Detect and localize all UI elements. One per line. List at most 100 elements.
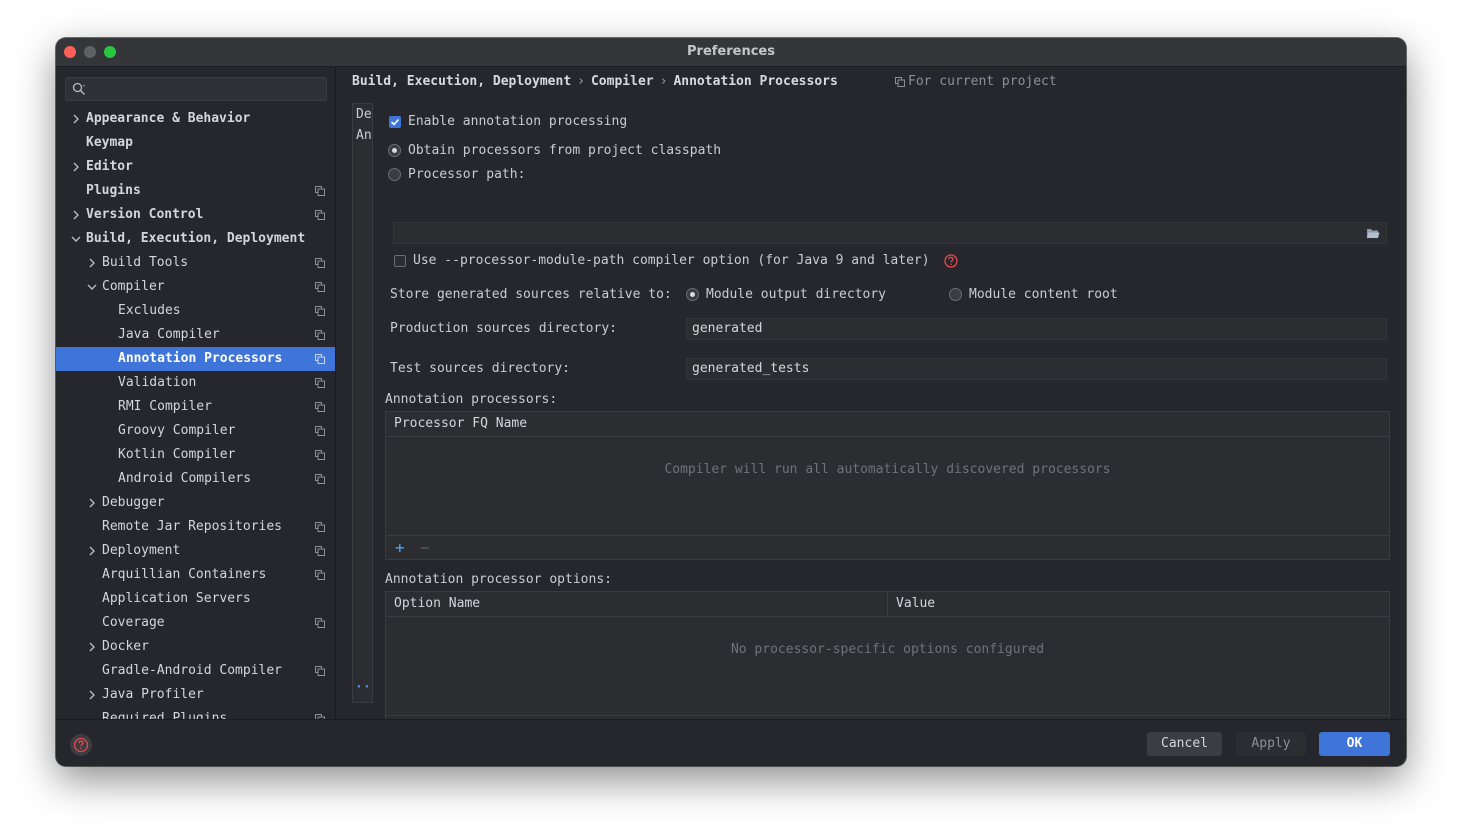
copy-icon [315,450,325,460]
sidebar-item-appearance-behavior[interactable]: Appearance & Behavior [56,107,335,131]
ok-button[interactable]: OK [1319,732,1390,756]
profile-item[interactable]: De [356,107,372,122]
processors-toolbar: + − [386,535,1389,560]
copy-icon [315,306,325,316]
sidebar-item-label: RMI Compiler [118,399,212,414]
sidebar-item-application-servers[interactable]: Application Servers [56,587,335,611]
chevron-right-icon [89,498,95,508]
sidebar-item-excludes[interactable]: Excludes [56,299,335,323]
sidebar-item-label: Groovy Compiler [118,423,236,438]
breadcrumb-separator: › [659,74,668,89]
help-icon[interactable] [944,254,958,268]
breadcrumb-item[interactable]: Compiler [591,74,654,89]
sidebar-item-java-compiler[interactable]: Java Compiler [56,323,335,347]
module-output-radio[interactable] [686,288,699,301]
sidebar-item-label: Plugins [86,183,141,198]
sidebar-item-remote-jar-repositories[interactable]: Remote Jar Repositories [56,515,335,539]
sidebar-item-label: Debugger [102,495,165,510]
copy-icon [315,570,325,580]
chevron-down-icon [87,284,97,290]
apply-button[interactable]: Apply [1236,732,1306,756]
sidebar-item-label: Annotation Processors [118,351,283,366]
more-button[interactable]: ··· [355,680,372,695]
scope-text: For current project [908,74,1057,89]
sidebar-item-label: Compiler [102,279,165,294]
sidebar-item-label: Remote Jar Repositories [102,519,283,534]
sidebar-item-keymap[interactable]: Keymap [56,131,335,155]
module-path-option-checkbox[interactable] [394,255,406,267]
help-icon [73,737,89,753]
options-table: Option Name Value No processor-specific … [385,591,1390,740]
obtain-classpath-radio[interactable] [388,144,401,157]
copy-icon [315,330,325,340]
processors-empty-text: Compiler will run all automatically disc… [664,462,1111,477]
sidebar-item-label: Version Control [86,207,204,222]
copy-icon [315,378,325,388]
add-processor-button[interactable]: + [395,538,405,558]
sidebar-item-validation[interactable]: Validation [56,371,335,395]
breadcrumb-item[interactable]: Build, Execution, Deployment [352,74,571,89]
remove-processor-button[interactable]: − [420,538,430,558]
sidebar-item-label: Required Plugins [102,711,228,719]
sidebar-item-version-control[interactable]: Version Control [56,203,335,227]
column-header-value[interactable]: Value [896,592,935,616]
profiles-list: De An ··· [352,103,373,703]
sidebar-item-annotation-processors[interactable]: Annotation Processors [56,347,335,371]
checkmark-icon [390,118,400,126]
sidebar-item-label: Editor [86,159,133,174]
sidebar-item-debugger[interactable]: Debugger [56,491,335,515]
sidebar-item-kotlin-compiler[interactable]: Kotlin Compiler [56,443,335,467]
sidebar-item-rmi-compiler[interactable]: RMI Compiler [56,395,335,419]
chevron-right-icon [89,642,95,652]
title-bar: Preferences [56,38,1406,67]
window-title: Preferences [687,44,775,59]
copy-icon [315,210,325,220]
sidebar-item-label: Android Compilers [118,471,252,486]
sidebar-item-compiler[interactable]: Compiler [56,275,335,299]
search-input[interactable] [65,77,327,101]
cancel-button[interactable]: Cancel [1147,732,1222,756]
sidebar-item-build-execution-deployment[interactable]: Build, Execution, Deployment [56,227,335,251]
search-icon [72,82,85,95]
chevron-right-icon [89,690,95,700]
sidebar-item-build-tools[interactable]: Build Tools [56,251,335,275]
sidebar-item-plugins[interactable]: Plugins [56,179,335,203]
help-button[interactable] [70,734,92,756]
profile-item[interactable]: An [356,128,372,143]
column-divider [887,592,888,616]
sidebar-item-label: Keymap [86,135,133,150]
enable-processing-checkbox[interactable] [389,116,401,128]
copy-icon [315,426,325,436]
options-empty-text: No processor-specific options configured [730,642,1045,657]
sidebar-item-android-compilers[interactable]: Android Compilers [56,467,335,491]
folder-icon[interactable] [1366,227,1380,239]
sidebar-item-docker[interactable]: Docker [56,635,335,659]
store-generated-label: Store generated sources relative to: [390,287,672,302]
column-header-option-name[interactable]: Option Name [394,592,480,616]
processor-path-radio[interactable] [388,168,401,181]
sidebar-item-editor[interactable]: Editor [56,155,335,179]
sidebar-item-label: Application Servers [102,591,251,606]
sidebar-item-label: Build Tools [102,255,189,270]
sidebar-item-groovy-compiler[interactable]: Groovy Compiler [56,419,335,443]
test-dir-field[interactable]: generated_tests [686,358,1387,380]
sidebar-item-label: Appearance & Behavior [86,111,251,126]
settings-sidebar: Appearance & Behavior Keymap Editor Plug… [56,67,336,719]
sidebar-item-gradle-android-compiler[interactable]: Gradle-Android Compiler [56,659,335,683]
column-header-processor-fq-name[interactable]: Processor FQ Name [394,412,527,436]
processor-path-field[interactable] [393,222,1387,244]
preferences-window: Preferences Appearance & Behavior Keymap… [56,38,1406,766]
sidebar-item-deployment[interactable]: Deployment [56,539,335,563]
scope-label: For current project [895,73,1057,91]
sidebar-item-label: Build, Execution, Deployment [86,231,306,246]
sidebar-item-label: Docker [102,639,149,654]
sidebar-item-label: Coverage [102,615,165,630]
sidebar-item-coverage[interactable]: Coverage [56,611,335,635]
copy-icon [315,666,325,676]
sidebar-item-arquillian-containers[interactable]: Arquillian Containers [56,563,335,587]
chevron-right-icon [89,258,95,268]
sidebar-item-required-plugins[interactable]: Required Plugins [56,707,335,719]
module-content-root-radio[interactable] [949,288,962,301]
production-dir-field[interactable]: generated [686,318,1387,340]
sidebar-item-java-profiler[interactable]: Java Profiler [56,683,335,707]
